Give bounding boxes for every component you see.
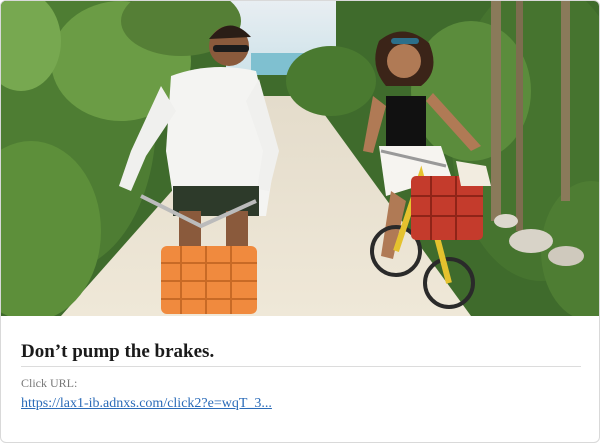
click-url-link[interactable]: https://lax1-ib.adnxs.com/click2?e=wqT_3… <box>21 396 272 412</box>
ad-image[interactable] <box>1 1 600 316</box>
ad-headline: Don’t pump the brakes. <box>21 341 581 367</box>
click-url-label: Click URL: <box>21 376 78 390</box>
ad-body: Don’t pump the brakes. Click URL: https:… <box>1 316 599 442</box>
ad-card[interactable]: Don’t pump the brakes. Click URL: https:… <box>0 0 600 443</box>
